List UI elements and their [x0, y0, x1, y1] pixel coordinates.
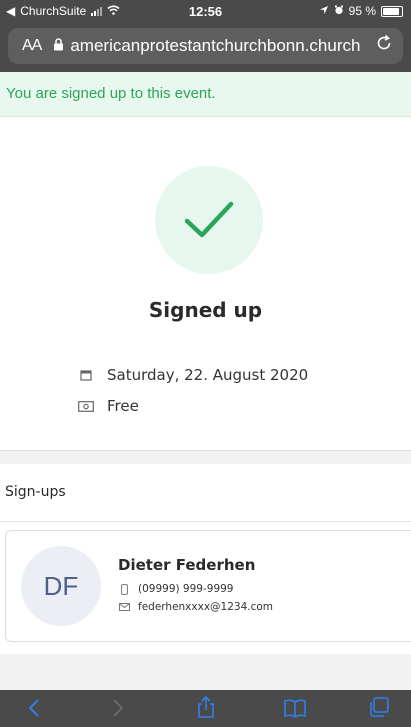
- signup-phone[interactable]: (09999) 999-9999: [138, 583, 233, 595]
- event-price: Free: [107, 397, 139, 415]
- page-bottom: [0, 654, 411, 690]
- check-circle: [155, 166, 263, 274]
- share-icon[interactable]: [196, 695, 216, 723]
- status-right: 95 %: [319, 4, 403, 18]
- back-icon[interactable]: [27, 698, 41, 722]
- reload-icon[interactable]: [375, 34, 393, 58]
- forward-icon[interactable]: [111, 698, 125, 722]
- signup-phone-row: (09999) 999-9999: [118, 583, 233, 595]
- battery-icon: [381, 5, 403, 17]
- signups-section: Sign-ups DF Dieter Federhen (09999) 999-…: [0, 464, 411, 654]
- phone-icon: [118, 583, 130, 595]
- signup-card[interactable]: DF Dieter Federhen (09999) 999-9999 fede…: [5, 530, 411, 642]
- envelope-icon: [118, 603, 130, 611]
- bookmarks-icon[interactable]: [283, 698, 307, 722]
- signup-email-row: federhenxxxx@1234.com: [118, 601, 273, 613]
- tabs-icon[interactable]: [368, 696, 390, 722]
- status-bar: ◀ ChurchSuite 12:56 95 %: [0, 0, 411, 22]
- location-arrow-icon: [319, 4, 329, 18]
- event-date-row: Saturday, 22. August 2020: [78, 366, 308, 384]
- avatar: DF: [21, 546, 101, 626]
- reader-settings-button[interactable]: AA: [22, 37, 42, 55]
- alert-message: You are signed up to this event.: [6, 85, 216, 102]
- success-alert: You are signed up to this event.: [0, 72, 411, 117]
- signup-name: Dieter Federhen: [118, 556, 256, 574]
- signup-email[interactable]: federhenxxxx@1234.com: [138, 601, 273, 613]
- section-gap: [0, 451, 411, 464]
- url-text[interactable]: americanprotestantchurchbonn.church: [70, 36, 370, 56]
- battery-percentage: 95 %: [348, 4, 376, 18]
- event-price-row: Free: [78, 397, 139, 415]
- browser-address-bar: AA americanprotestantchurchbonn.church: [0, 22, 411, 72]
- signups-heading: Sign-ups: [5, 484, 66, 500]
- browser-toolbar: [0, 690, 411, 727]
- url-field[interactable]: AA americanprotestantchurchbonn.church: [8, 28, 403, 64]
- money-icon: [78, 400, 94, 412]
- event-date: Saturday, 22. August 2020: [107, 366, 309, 384]
- checkmark-icon: [184, 201, 234, 238]
- alarm-icon: [334, 4, 344, 18]
- confirmation-card: Signed up Saturday, 22. August 2020 Free: [0, 117, 411, 451]
- divider: [0, 521, 411, 522]
- lock-icon: [53, 38, 64, 54]
- calendar-icon: [78, 369, 94, 381]
- page-title: Signed up: [148, 298, 263, 322]
